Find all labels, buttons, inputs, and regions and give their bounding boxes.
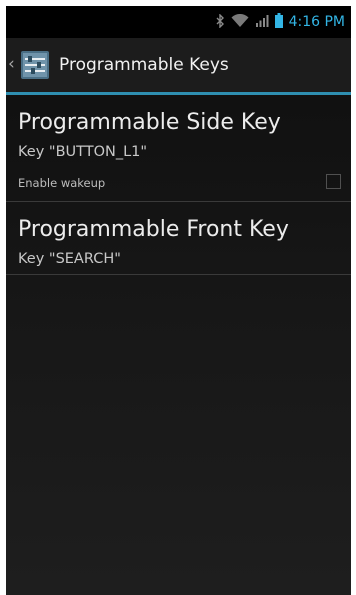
enable-wakeup-checkbox[interactable] (326, 174, 341, 189)
status-time: 4:16 PM (288, 14, 345, 30)
status-bar: 4:16 PM (6, 6, 351, 38)
divider (6, 274, 351, 275)
settings-sliders-icon[interactable] (20, 50, 50, 80)
phone-screen: 4:16 PM ‹ Programmable Keys Programmable… (6, 6, 351, 595)
chevron-left-icon[interactable]: ‹ (8, 54, 15, 74)
page-title: Programmable Keys (59, 55, 229, 75)
bluetooth-icon (216, 12, 225, 32)
enable-wakeup-label: Enable wakeup (18, 176, 106, 190)
battery-icon (274, 12, 283, 32)
status-icons: 4:16 PM (216, 12, 345, 32)
pref-front-key[interactable]: Programmable Front Key Key "SEARCH" (6, 202, 351, 274)
action-bar[interactable]: ‹ Programmable Keys (6, 38, 351, 92)
pref-side-key-title: Programmable Side Key (18, 110, 281, 135)
pref-front-key-title: Programmable Front Key (18, 217, 289, 242)
signal-icon (255, 13, 269, 32)
pref-side-key-summary: Key "BUTTON_L1" (18, 144, 148, 160)
wifi-icon (231, 13, 249, 32)
pref-front-key-summary: Key "SEARCH" (18, 251, 121, 267)
pref-side-key[interactable]: Programmable Side Key Key "BUTTON_L1" En… (6, 95, 351, 201)
